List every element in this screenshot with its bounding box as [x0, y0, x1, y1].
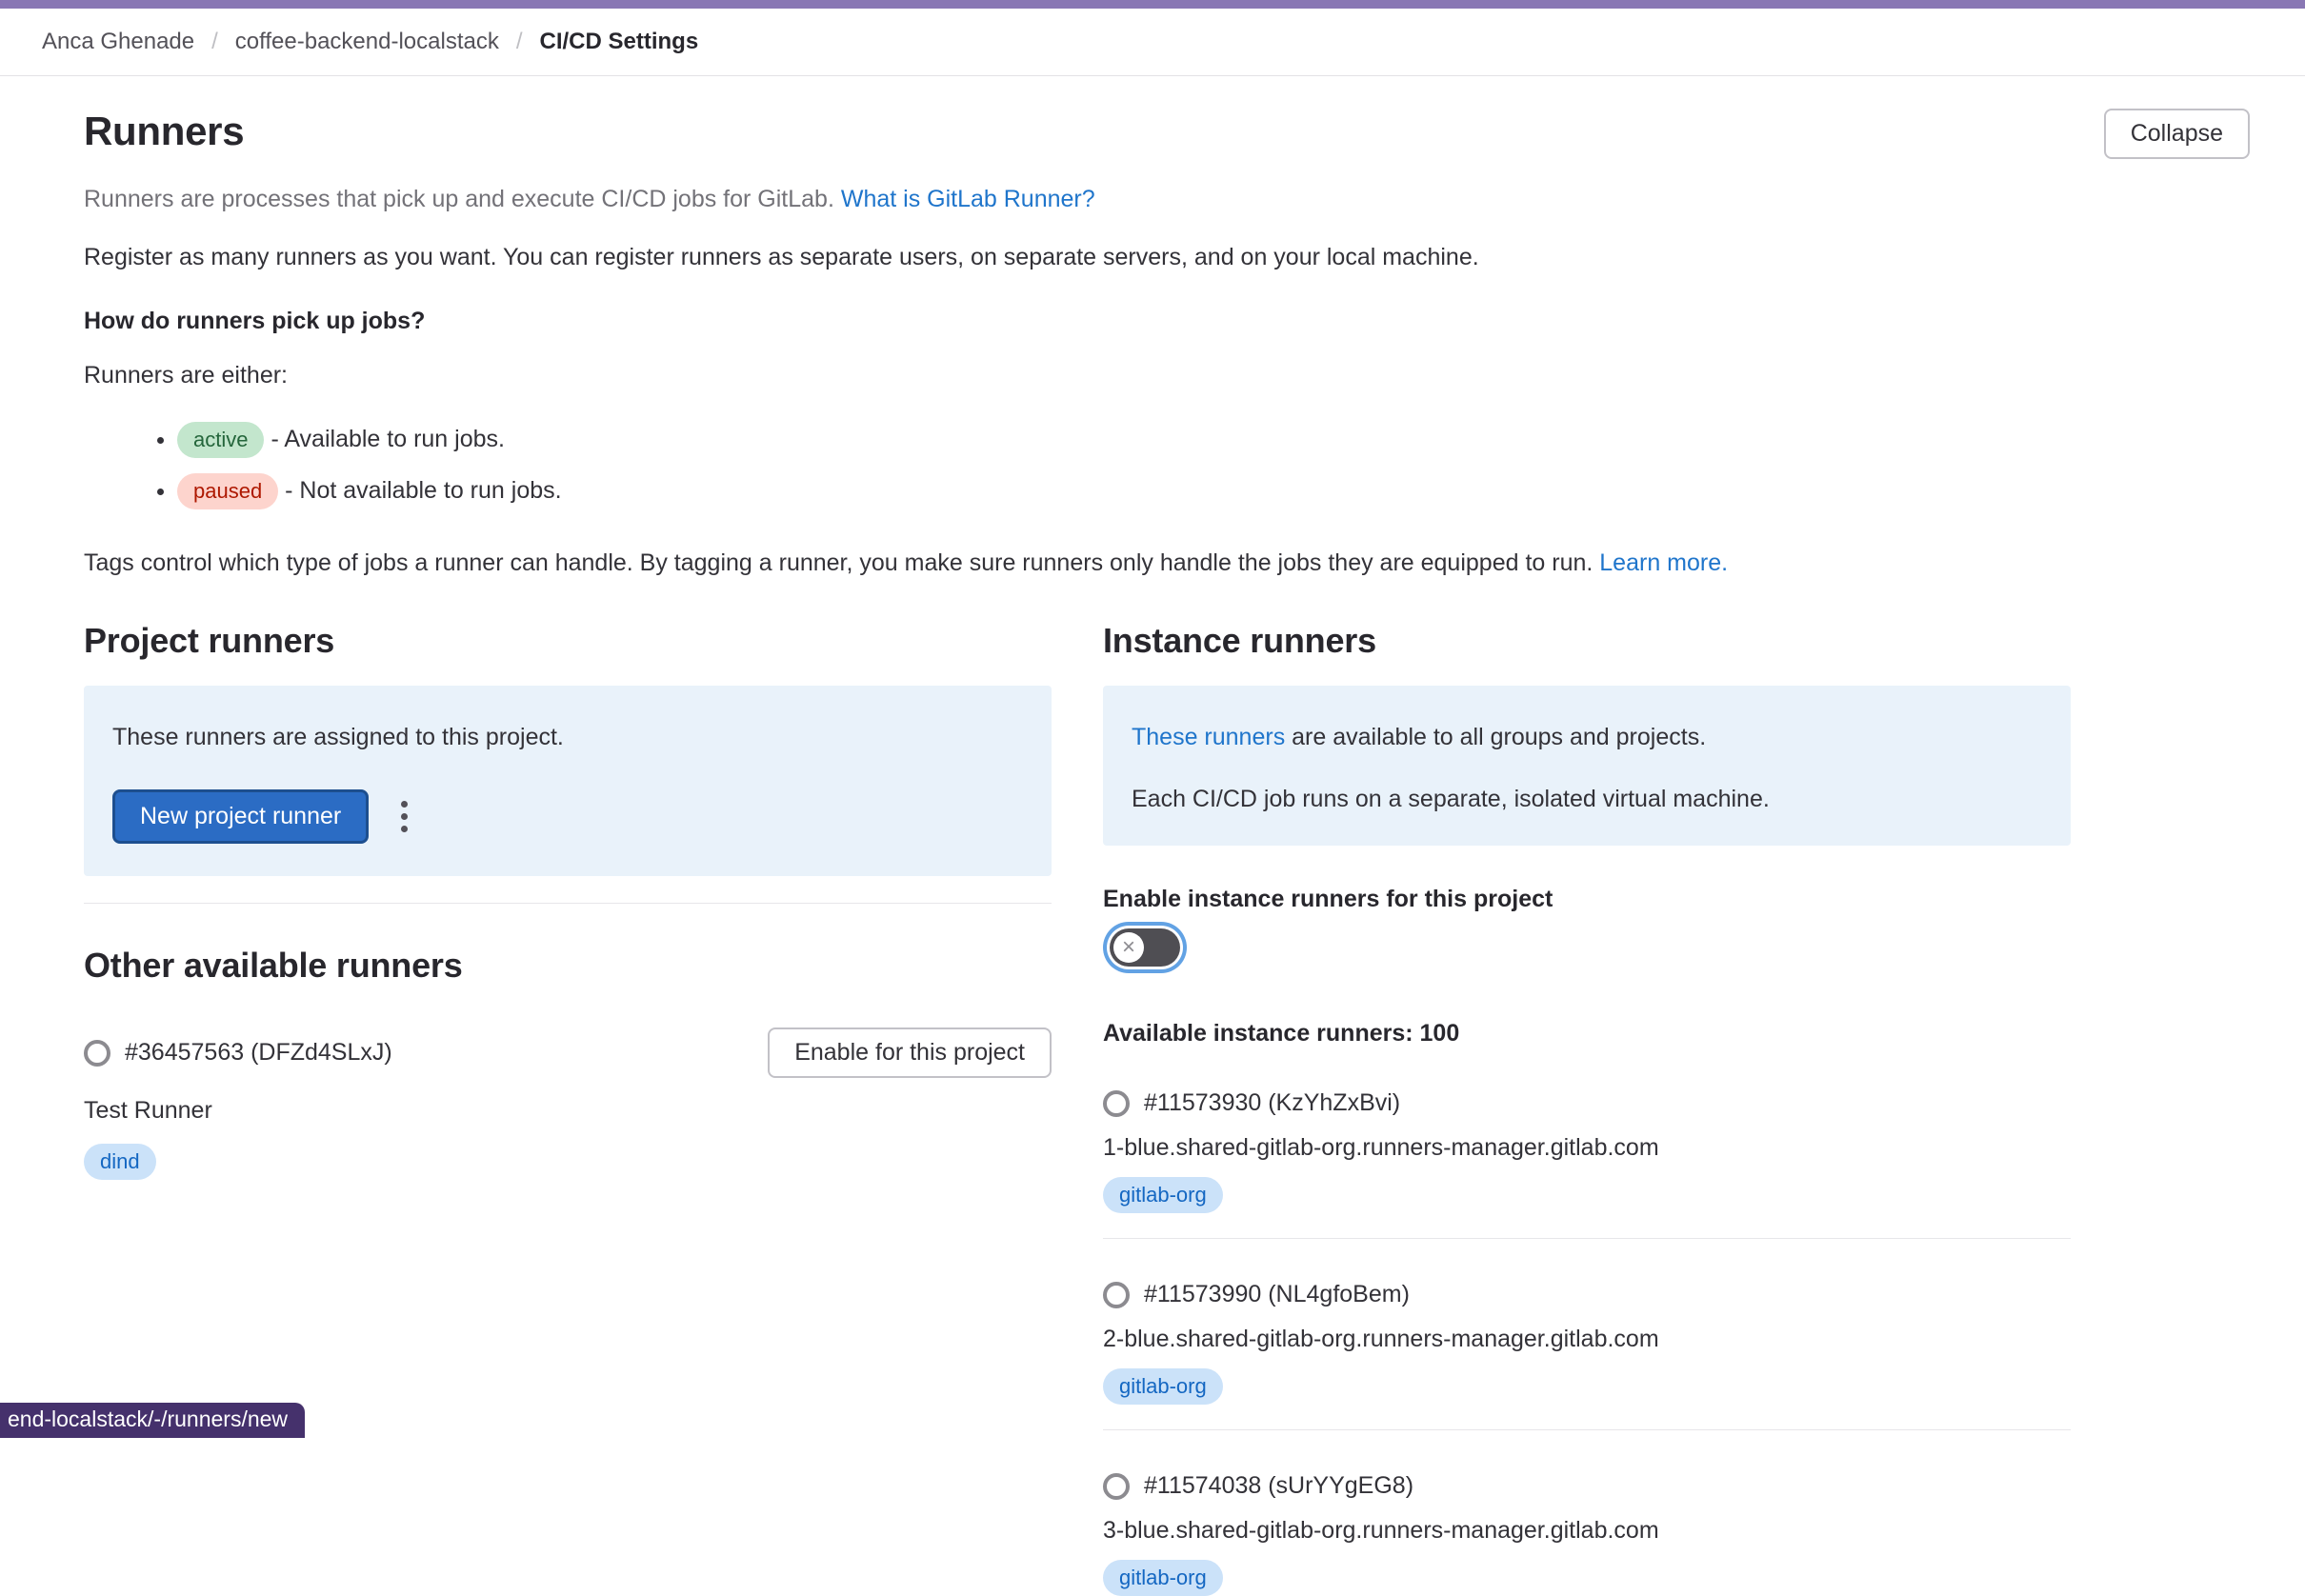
tags-description-text: Tags control which type of jobs a runner… — [84, 549, 1599, 576]
instance-runner-id: #11574038 (sUrYYgEG8) — [1144, 1472, 1413, 1500]
instance-runners-info-text: are available to all groups and projects… — [1285, 724, 1706, 750]
table-row: #11573990 (NL4gfoBem) — [1103, 1281, 2071, 1308]
active-status-description: - Available to run jobs. — [271, 426, 505, 452]
runner-tag-badge: dind — [84, 1144, 156, 1180]
breadcrumb-current-page: CI/CD Settings — [540, 29, 699, 55]
runner-tag-badge: gitlab-org — [1103, 1177, 1223, 1213]
instance-runner-host: 1-blue.shared-gitlab-org.runners-manager… — [1103, 1134, 2071, 1162]
table-row: #11573930 (KzYhZxBvi) — [1103, 1089, 2071, 1117]
runner-status-circle-icon — [1103, 1090, 1130, 1117]
available-instance-runners-label: Available instance runners: 100 — [1103, 1020, 2071, 1047]
runner-state-list: active - Available to run jobs. paused -… — [177, 422, 2250, 509]
instance-runner-list: #11573930 (KzYhZxBvi) 1-blue.shared-gitl… — [1103, 1089, 2071, 1596]
instance-runners-info-line2: Each CI/CD job runs on a separate, isola… — [1132, 786, 2042, 813]
divider — [84, 903, 1052, 904]
instance-runner-host: 3-blue.shared-gitlab-org.runners-manager… — [1103, 1517, 2071, 1545]
breadcrumb: Anca Ghenade / coffee-backend-localstack… — [0, 9, 2305, 76]
divider — [1103, 1429, 2071, 1430]
page-title: Runners — [84, 109, 244, 154]
learn-more-link[interactable]: Learn more. — [1599, 549, 1728, 576]
list-item: active - Available to run jobs. — [177, 422, 2250, 458]
paused-status-description: - Not available to run jobs. — [285, 477, 561, 504]
runner-status-circle-icon — [1103, 1473, 1130, 1500]
instance-runners-info-box: These runners are available to all group… — [1103, 686, 2071, 846]
project-runners-title: Project runners — [84, 621, 1052, 661]
divider — [1103, 1238, 2071, 1239]
these-runners-link[interactable]: These runners — [1132, 724, 1285, 750]
instance-runner-id: #11573990 (NL4gfoBem) — [1144, 1281, 1410, 1308]
other-runner-id: #36457563 (DFZd4SLxJ) — [125, 1039, 392, 1067]
new-project-runner-button[interactable]: New project runner — [112, 789, 369, 844]
other-runner-row: #36457563 (DFZd4SLxJ) Enable for this pr… — [84, 1027, 1052, 1078]
table-row: #11574038 (sUrYYgEG8) — [1103, 1472, 2071, 1500]
instance-runner-host: 2-blue.shared-gitlab-org.runners-manager… — [1103, 1326, 2071, 1353]
breadcrumb-project[interactable]: coffee-backend-localstack — [235, 29, 499, 55]
other-runner-name: Test Runner — [84, 1097, 1052, 1125]
project-runners-section: Project runners These runners are assign… — [84, 621, 1052, 1596]
runners-are-either-text: Runners are either: — [84, 362, 2250, 389]
breadcrumb-separator: / — [211, 29, 218, 55]
project-runners-info-box: These runners are assigned to this proje… — [84, 686, 1052, 876]
runners-description-text: Runners are processes that pick up and e… — [84, 186, 834, 212]
status-bar-url-preview: end-localstack/-/runners/new — [0, 1403, 305, 1438]
active-status-badge: active — [177, 422, 264, 458]
enable-for-this-project-button[interactable]: Enable for this project — [768, 1027, 1052, 1078]
how-runners-pick-up-jobs-heading: How do runners pick up jobs? — [84, 308, 2250, 335]
instance-runner-item: #11573990 (NL4gfoBem) 2-blue.shared-gitl… — [1103, 1281, 2071, 1430]
instance-runners-title: Instance runners — [1103, 621, 2071, 661]
enable-instance-runners-label: Enable instance runners for this project — [1103, 886, 2071, 913]
breadcrumb-user[interactable]: Anca Ghenade — [42, 29, 194, 55]
enable-instance-runners-toggle[interactable]: × — [1110, 928, 1180, 967]
other-available-runners-title: Other available runners — [84, 946, 1052, 986]
register-runners-text: Register as many runners as you want. Yo… — [84, 244, 2250, 271]
list-item: paused - Not available to run jobs. — [177, 473, 2250, 509]
instance-runner-item: #11574038 (sUrYYgEG8) 3-blue.shared-gitl… — [1103, 1472, 2071, 1596]
instance-runners-section: Instance runners These runners are avail… — [1103, 621, 2071, 1596]
runners-settings-page: Runners Collapse Runners are processes t… — [0, 76, 2305, 1596]
runner-status-circle-icon — [84, 1040, 110, 1067]
collapse-button[interactable]: Collapse — [2104, 109, 2250, 159]
runner-tag-badge: gitlab-org — [1103, 1560, 1223, 1596]
top-accent-bar — [0, 0, 2305, 9]
kebab-menu-icon[interactable] — [391, 791, 417, 842]
instance-runner-id: #11573930 (KzYhZxBvi) — [1144, 1089, 1400, 1117]
toggle-off-x-icon: × — [1113, 932, 1144, 963]
project-runners-info-text: These runners are assigned to this proje… — [112, 724, 1023, 751]
paused-status-badge: paused — [177, 473, 278, 509]
instance-runner-item: #11573930 (KzYhZxBvi) 1-blue.shared-gitl… — [1103, 1089, 2071, 1239]
runner-status-circle-icon — [1103, 1282, 1130, 1308]
runner-tag-badge: gitlab-org — [1103, 1368, 1223, 1405]
breadcrumb-separator: / — [516, 29, 523, 55]
what-is-gitlab-runner-link[interactable]: What is GitLab Runner? — [841, 186, 1095, 212]
